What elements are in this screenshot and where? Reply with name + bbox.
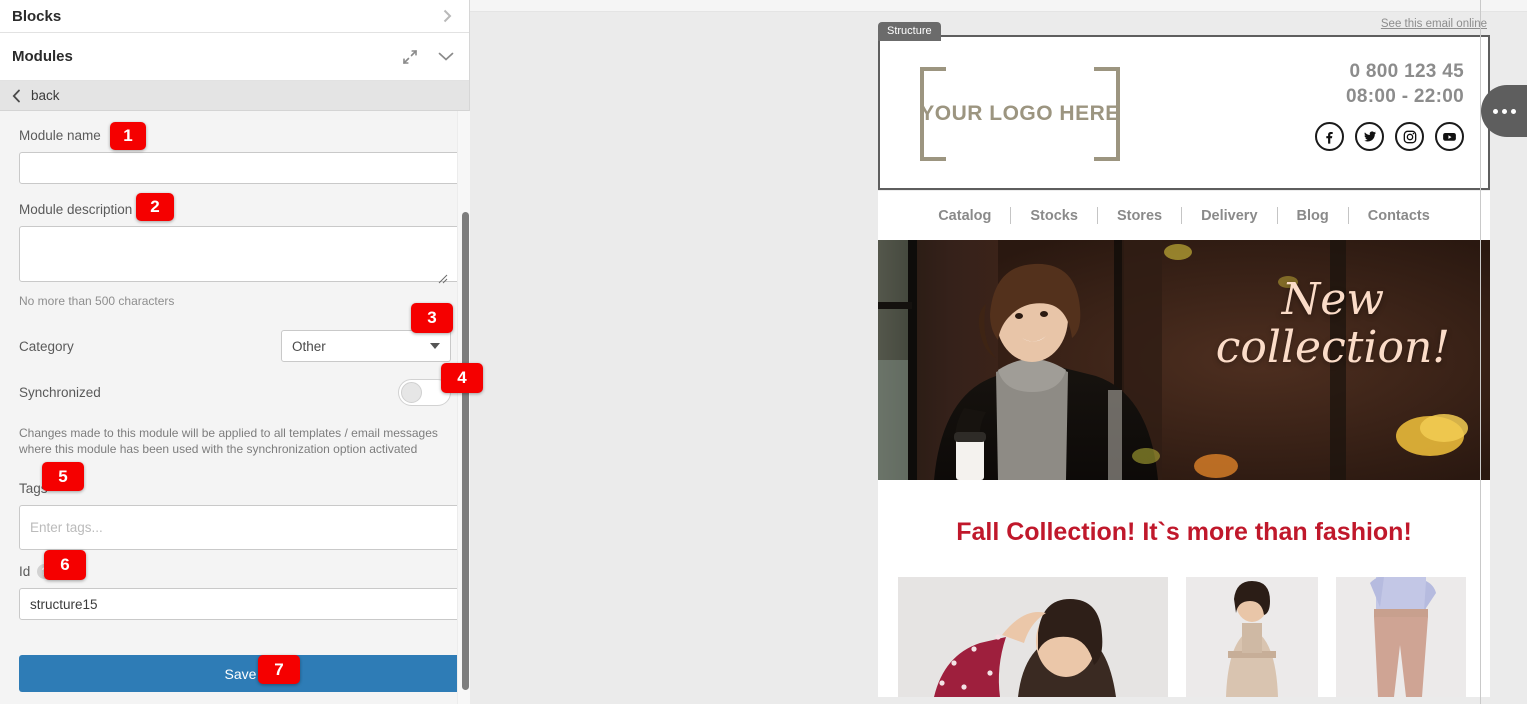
save-button[interactable]: Save <box>19 655 462 692</box>
category-selected-value: Other <box>292 338 326 354</box>
module-settings-form: Module name Module description No more t… <box>0 111 470 704</box>
hero-caption-line1: New <box>1281 274 1384 325</box>
module-name-input[interactable] <box>19 152 462 184</box>
nav-item-catalog[interactable]: Catalog <box>919 208 1010 224</box>
back-button[interactable]: back <box>0 81 469 111</box>
nav-item-blog[interactable]: Blog <box>1278 208 1348 224</box>
callout-1: 1 <box>110 122 146 150</box>
logo-placeholder[interactable]: YOUR LOGO HERE <box>920 67 1120 161</box>
nav-item-contacts[interactable]: Contacts <box>1349 208 1449 224</box>
product-image-1 <box>898 577 1168 697</box>
tags-field: Tags <box>19 481 462 550</box>
facebook-icon[interactable] <box>1315 122 1344 151</box>
hero-caption: New collection! <box>1216 276 1450 372</box>
working-hours: 08:00 - 22:00 <box>1346 86 1464 107</box>
modules-title: Modules <box>12 48 73 65</box>
product-card-1[interactable] <box>898 577 1168 697</box>
dot-icon <box>1510 108 1516 114</box>
description-hint: No more than 500 characters <box>19 294 175 308</box>
product-image-3 <box>1336 577 1466 697</box>
instagram-icon[interactable] <box>1395 122 1424 151</box>
dot-icon <box>1501 108 1507 114</box>
email-navigation: Catalog Stocks Stores Delivery Blog Cont… <box>878 190 1490 240</box>
synchronized-label: Synchronized <box>19 385 101 400</box>
toggle-knob <box>401 382 422 403</box>
callout-7: 7 <box>258 655 300 684</box>
category-label: Category <box>19 338 74 354</box>
back-label: back <box>31 88 60 103</box>
modules-section-header[interactable]: Modules <box>0 33 469 81</box>
modules-header-actions <box>401 48 455 66</box>
nav-item-stocks[interactable]: Stocks <box>1011 208 1097 224</box>
chevron-left-icon <box>12 89 20 102</box>
tags-input[interactable] <box>19 505 462 550</box>
callout-6: 6 <box>44 550 86 580</box>
product-card-2[interactable] <box>1186 577 1318 697</box>
see-email-online-link[interactable]: See this email online <box>878 18 1490 35</box>
callout-5: 5 <box>42 462 84 491</box>
logo-text: YOUR LOGO HERE <box>920 102 1120 125</box>
product-cards <box>878 577 1490 697</box>
category-field: Category Other <box>19 330 451 362</box>
module-description-field: Module description No more than 500 char… <box>19 202 462 308</box>
hero-caption-line2: collection! <box>1215 322 1450 373</box>
logo-bracket-right <box>1094 67 1120 161</box>
module-description-textarea[interactable] <box>19 226 462 282</box>
module-name-field: Module name <box>19 128 462 184</box>
chevron-right-icon[interactable] <box>439 8 455 24</box>
more-options-button[interactable] <box>1481 85 1527 137</box>
caret-down-icon <box>430 343 440 349</box>
module-description-label: Module description <box>19 202 133 217</box>
blocks-title: Blocks <box>12 7 62 25</box>
module-name-label: Module name <box>19 128 101 143</box>
sync-help-text: Changes made to this module will be appl… <box>19 426 438 456</box>
logo-bracket-left <box>920 67 946 161</box>
dot-icon <box>1492 108 1498 114</box>
structure-tab-badge[interactable]: Structure <box>878 22 941 41</box>
app-root: Blocks Modules back Module name Module d… <box>0 0 1527 704</box>
blocks-section-header[interactable]: Blocks <box>0 0 469 33</box>
id-input[interactable] <box>19 588 462 620</box>
synchronized-field: Synchronized <box>19 379 451 406</box>
email-preview-canvas: Structure See this email online YOUR LOG… <box>470 0 1527 704</box>
callout-4: 4 <box>441 363 483 393</box>
canvas-top-strip <box>470 0 1527 12</box>
email-header-structure[interactable]: YOUR LOGO HERE 0 800 123 45 08:00 - 22:0… <box>878 35 1490 190</box>
nav-item-stores[interactable]: Stores <box>1098 208 1181 224</box>
email-headline: Fall Collection! It`s more than fashion! <box>878 480 1490 577</box>
left-panel: Blocks Modules back Module name Module d… <box>0 0 483 704</box>
category-select[interactable]: Other <box>281 330 451 362</box>
product-card-3[interactable] <box>1336 577 1466 697</box>
product-image-2 <box>1186 577 1318 697</box>
email-body: YOUR LOGO HERE 0 800 123 45 08:00 - 22:0… <box>878 35 1490 697</box>
nav-item-delivery[interactable]: Delivery <box>1182 208 1276 224</box>
scrollbar-thumb[interactable] <box>462 212 469 690</box>
hero-banner[interactable]: New collection! <box>878 240 1490 480</box>
expand-icon[interactable] <box>401 48 419 66</box>
callout-2: 2 <box>136 193 174 221</box>
email-container: Structure See this email online YOUR LOG… <box>878 18 1490 697</box>
social-links <box>1315 122 1464 151</box>
id-label: Id <box>19 564 31 579</box>
header-contact-block: 0 800 123 45 08:00 - 22:00 <box>1315 57 1464 151</box>
twitter-icon[interactable] <box>1355 122 1384 151</box>
phone-number: 0 800 123 45 <box>1349 61 1464 82</box>
youtube-icon[interactable] <box>1435 122 1464 151</box>
chevron-down-icon[interactable] <box>437 48 455 66</box>
callout-3: 3 <box>411 303 453 333</box>
